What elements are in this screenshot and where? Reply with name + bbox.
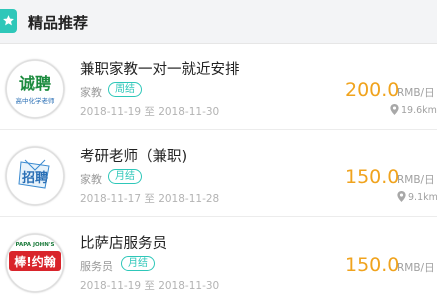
logo-main-text: 诚聘 — [18, 74, 51, 93]
company-logo: 招聘 — [6, 147, 64, 205]
settlement-tag: 月结 — [108, 169, 142, 184]
list-item[interactable]: PAPA JOHN'S 棒!约翰 比萨店服务员 服务员 月结 2018-11-1… — [0, 218, 437, 304]
date-range: 2018-11-17 至 2018-11-28 — [80, 193, 220, 205]
settlement-tag: 周结 — [108, 82, 142, 97]
salary-value: 200.0 — [345, 79, 400, 101]
date-range: 2018-11-19 至 2018-11-30 — [80, 106, 220, 118]
salary-unit: RMB/日 — [397, 174, 435, 186]
settlement-tag: 月结 — [121, 256, 155, 271]
row-divider — [0, 216, 437, 217]
list-item[interactable]: 招聘 考研老师（兼职) 家教 月结 2018-11-17 至 2018-11-2… — [0, 131, 437, 217]
distance: 9.1km — [397, 191, 437, 203]
job-title: 比萨店服务员 — [80, 236, 167, 252]
section-title: 精品推荐 — [28, 14, 89, 32]
location-pin-icon — [397, 191, 406, 202]
salary-unit: RMB/日 — [397, 87, 435, 99]
distance-text: 9.1km — [408, 192, 437, 203]
list-item[interactable]: 诚聘 高中化学老师 兼职家教一对一就近安排 家教 周结 2018-11-19 至… — [0, 44, 437, 130]
job-category: 服务员 — [80, 260, 113, 273]
job-category: 家教 — [80, 173, 102, 186]
logo-main-text: 招聘 — [21, 171, 48, 186]
distance-text: 19.6km — [401, 105, 437, 116]
logo-main-text: 棒!约翰 — [14, 255, 56, 269]
job-category: 家教 — [80, 86, 102, 99]
job-title: 考研老师（兼职) — [80, 149, 188, 165]
logo-sub-text: 高中化学老师 — [15, 97, 55, 105]
job-title: 兼职家教一对一就近安排 — [80, 62, 240, 78]
logo-top-text: PAPA JOHN'S — [15, 242, 55, 248]
salary-value: 150.0 — [345, 254, 400, 276]
date-range: 2018-11-19 至 2018-11-30 — [80, 280, 220, 292]
company-logo: 诚聘 高中化学老师 — [6, 60, 64, 118]
salary-value: 150.0 — [345, 166, 400, 188]
row-divider — [0, 129, 437, 130]
section-header: 精品推荐 — [0, 0, 437, 44]
distance: 19.6km — [390, 104, 437, 116]
salary-unit: RMB/日 — [397, 262, 435, 274]
star-icon — [0, 9, 17, 33]
location-pin-icon — [390, 104, 399, 115]
company-logo: PAPA JOHN'S 棒!约翰 — [6, 234, 64, 292]
